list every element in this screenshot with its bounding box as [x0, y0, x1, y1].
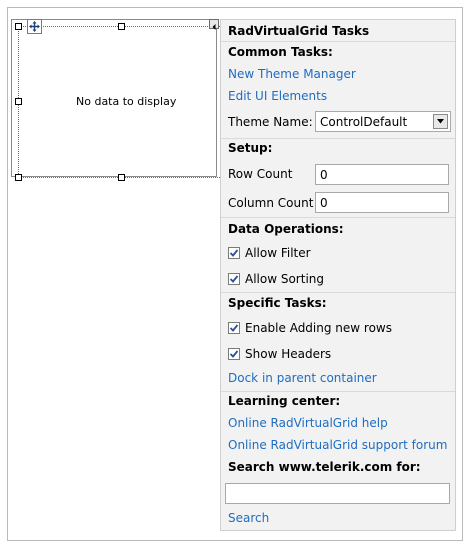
allow-sorting-label: Allow Sorting	[245, 272, 325, 286]
theme-name-label: Theme Name:	[228, 115, 313, 129]
resize-handle-bottom[interactable]	[118, 174, 125, 181]
resize-handle-bottom-left[interactable]	[15, 174, 22, 181]
enable-adding-checkbox[interactable]	[228, 322, 240, 334]
divider	[221, 217, 455, 218]
checkmark-icon	[229, 350, 239, 358]
row-count-label: Row Count	[228, 167, 293, 181]
checkmark-icon	[229, 249, 239, 257]
learning-center-heading: Learning center:	[228, 394, 341, 408]
dock-in-parent-link[interactable]: Dock in parent container	[228, 371, 377, 385]
chevron-down-icon[interactable]	[433, 114, 448, 129]
tasks-panel: RadVirtualGrid Tasks Common Tasks: New T…	[220, 19, 456, 531]
show-headers-label: Show Headers	[245, 347, 332, 361]
column-count-input[interactable]	[315, 192, 449, 213]
divider	[221, 391, 455, 392]
empty-grid-message: No data to display	[76, 95, 177, 108]
data-operations-heading: Data Operations:	[228, 222, 344, 236]
checkmark-icon	[229, 324, 239, 332]
divider	[221, 292, 455, 293]
divider	[221, 41, 455, 42]
allow-filter-checkbox[interactable]	[228, 247, 240, 259]
specific-tasks-heading: Specific Tasks:	[228, 296, 327, 310]
search-heading: Search www.telerik.com for:	[228, 460, 421, 474]
row-count-input[interactable]	[315, 164, 449, 185]
theme-name-value: ControlDefault	[320, 115, 408, 129]
panel-title: RadVirtualGrid Tasks	[228, 24, 370, 38]
common-tasks-heading: Common Tasks:	[228, 45, 333, 59]
allow-filter-option[interactable]: Allow Filter	[228, 246, 311, 260]
resize-handle-top-left[interactable]	[15, 23, 22, 30]
new-theme-manager-link[interactable]: New Theme Manager	[228, 67, 356, 81]
show-headers-option[interactable]: Show Headers	[228, 347, 331, 361]
setup-heading: Setup:	[228, 141, 273, 155]
resize-handle-left[interactable]	[15, 98, 22, 105]
allow-sorting-checkbox[interactable]	[228, 273, 240, 285]
support-forum-link[interactable]: Online RadVirtualGrid support forum	[228, 438, 447, 452]
column-count-label: Column Count	[228, 196, 314, 210]
enable-adding-option[interactable]: Enable Adding new rows	[228, 321, 392, 335]
online-help-link[interactable]: Online RadVirtualGrid help	[228, 416, 388, 430]
divider	[221, 138, 455, 139]
allow-sorting-option[interactable]: Allow Sorting	[228, 272, 324, 286]
edit-ui-elements-link[interactable]: Edit UI Elements	[228, 89, 327, 103]
smart-tag-icon[interactable]	[209, 19, 219, 30]
allow-filter-label: Allow Filter	[245, 246, 311, 260]
search-link[interactable]: Search	[228, 511, 269, 525]
enable-adding-label: Enable Adding new rows	[245, 321, 392, 335]
resize-handle-top[interactable]	[118, 23, 125, 30]
search-input[interactable]	[225, 483, 450, 504]
move-icon[interactable]	[27, 19, 42, 34]
show-headers-checkbox[interactable]	[228, 348, 240, 360]
checkmark-icon	[229, 275, 239, 283]
theme-name-select[interactable]: ControlDefault	[315, 111, 451, 132]
